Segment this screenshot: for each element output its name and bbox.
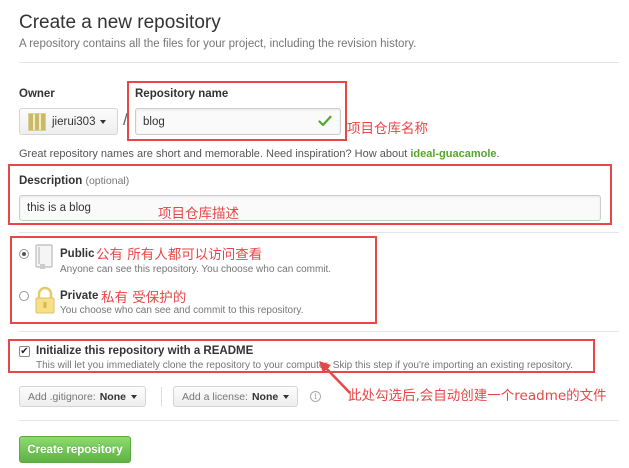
description-value: this is a blog xyxy=(27,202,91,214)
visibility-divider xyxy=(19,232,619,233)
create-repository-button[interactable]: Create repository xyxy=(19,436,131,463)
annotation-repo-name: 项目仓库名称 xyxy=(347,121,428,137)
readme-divider xyxy=(19,331,619,332)
identicon-avatar xyxy=(28,112,46,131)
annotation-description: 项目仓库描述 xyxy=(158,206,239,222)
selector-divider xyxy=(161,387,162,406)
info-icon[interactable]: i xyxy=(310,391,321,402)
private-desc: You choose who can see and commit to thi… xyxy=(60,305,304,316)
header-divider xyxy=(19,62,619,63)
annotation-public: 公有 所有人都可以访问查看 xyxy=(96,247,263,263)
lock-icon xyxy=(35,286,55,314)
page-subtitle: A repository contains all the files for … xyxy=(19,38,417,50)
radio-private[interactable] xyxy=(19,291,29,301)
public-title: Public xyxy=(60,248,95,260)
check-icon xyxy=(318,115,332,127)
chevron-down-icon xyxy=(100,119,107,124)
private-title: Private xyxy=(60,290,99,302)
repo-book-icon xyxy=(35,244,53,269)
repo-name-label: Repository name xyxy=(135,88,229,100)
annotation-readme: 此处勾选后,会自动创建一个readme的文件 xyxy=(348,388,607,404)
name-hint: Great repository names are short and mem… xyxy=(19,148,500,160)
description-label: Description (optional) xyxy=(19,175,130,187)
submit-divider xyxy=(19,420,619,421)
chevron-down-icon xyxy=(130,394,137,399)
gitignore-dropdown[interactable]: Add .gitignore: None xyxy=(19,386,146,407)
annotation-private: 私有 受保护的 xyxy=(101,290,187,306)
owner-value: jierui303 xyxy=(52,115,96,128)
checkbox-check-icon: ✔ xyxy=(20,345,29,357)
description-input[interactable]: this is a blog xyxy=(19,195,601,221)
page-title: Create a new repository xyxy=(19,12,221,33)
public-desc: Anyone can see this repository. You choo… xyxy=(60,264,332,275)
readme-checkbox[interactable]: ✔ xyxy=(19,346,30,357)
repo-name-value: blog xyxy=(143,115,165,128)
owner-dropdown[interactable]: jierui303 xyxy=(19,108,118,135)
repo-name-input[interactable]: blog xyxy=(135,108,341,135)
radio-public[interactable] xyxy=(19,249,29,259)
readme-desc: This will let you immediately clone the … xyxy=(36,360,573,371)
readme-title: Initialize this repository with a README xyxy=(36,345,254,357)
license-dropdown[interactable]: Add a license: None xyxy=(173,386,299,407)
owner-label: Owner xyxy=(19,88,55,100)
name-suggestion-link[interactable]: ideal-guacamole xyxy=(410,148,496,160)
chevron-down-icon xyxy=(283,394,290,399)
